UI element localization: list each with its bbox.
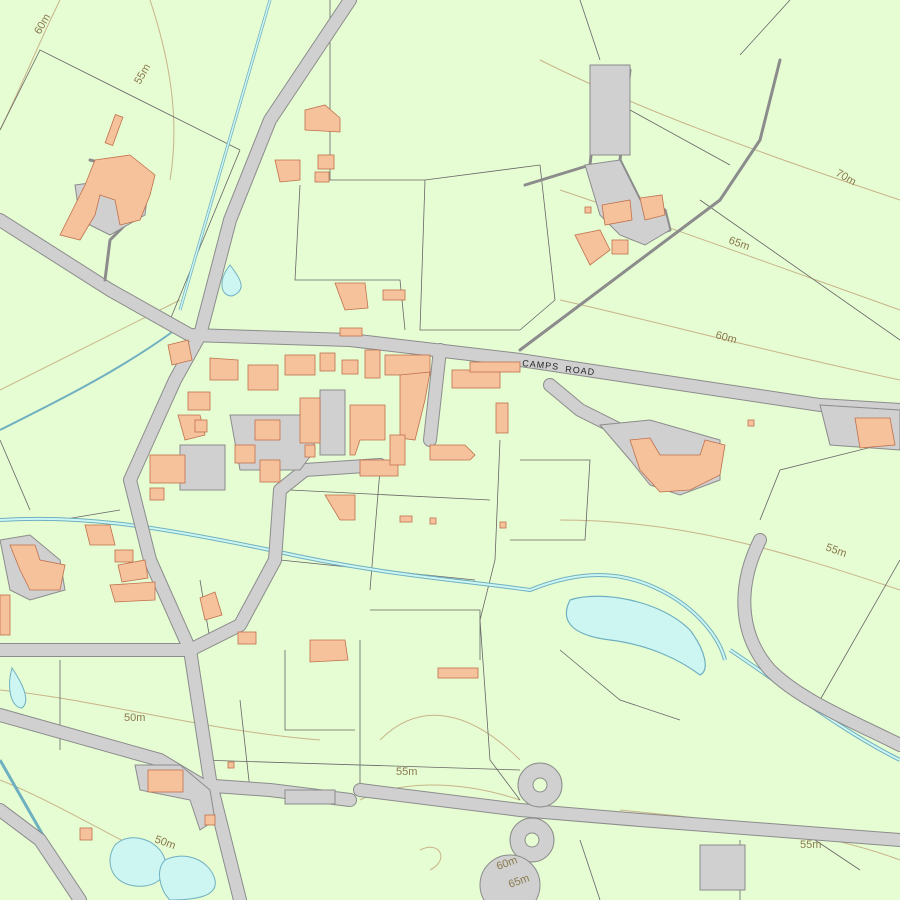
os-map[interactable]: 60m 55m 70m 65m 60m 55m 50m 55m 50m 60m …	[0, 0, 900, 900]
contour-label: 55m	[800, 839, 821, 851]
contour-label: 50m	[124, 712, 145, 724]
contour-label: 55m	[396, 766, 417, 778]
